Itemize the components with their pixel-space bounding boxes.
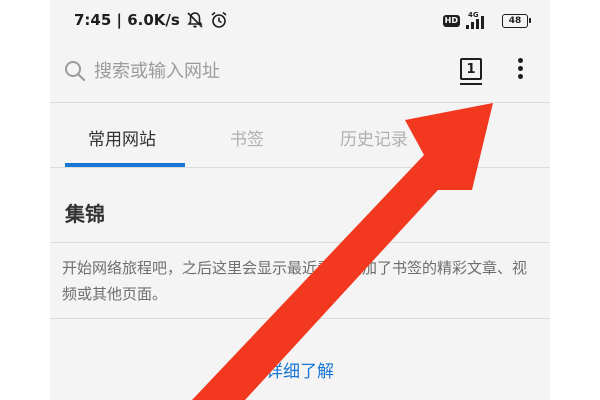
search-icon (65, 61, 86, 82)
signal-icon: 4G (466, 11, 496, 30)
section-divider-top (50, 242, 550, 243)
status-time-speed: 7:45 | 6.0K/s (74, 11, 180, 29)
hd-badge: HD (442, 15, 460, 27)
battery-icon: 48 (502, 14, 531, 28)
status-right: HD 4G 48 (442, 10, 531, 32)
address-bar: 1 (50, 40, 550, 103)
tab-bookmarks[interactable]: 书签 (230, 125, 264, 150)
section-divider-bottom (50, 318, 550, 319)
active-tab-indicator (65, 163, 185, 167)
more-vertical-icon[interactable] (516, 58, 524, 82)
tab-switcher-underline (460, 83, 482, 85)
learn-more-link[interactable]: 详细了解 (50, 357, 550, 382)
tab-common-sites[interactable]: 常用网站 (88, 125, 156, 150)
tab-count: 1 (466, 61, 476, 77)
search-input[interactable] (94, 58, 394, 84)
section-title: 集锦 (65, 202, 105, 226)
section-description: 开始网络旅程吧，之后这里会显示最近看过或加了书签的精彩文章、视频或其他页面。 (62, 259, 528, 303)
status-bar: 7:45 | 6.0K/s HD 4G 48 (50, 0, 550, 40)
home-tabs: 常用网站 书签 历史记录 (50, 103, 550, 168)
alarm-icon (211, 11, 227, 28)
tab-history[interactable]: 历史记录 (340, 125, 408, 150)
status-left: 7:45 | 6.0K/s (74, 9, 228, 31)
mute-icon (187, 12, 203, 28)
tab-switcher-button[interactable]: 1 (460, 58, 482, 80)
browser-screen: 7:45 | 6.0K/s HD 4G 48 搜索或输入网址 1 常用网站 书签… (50, 0, 550, 400)
battery-level: 48 (508, 16, 522, 26)
